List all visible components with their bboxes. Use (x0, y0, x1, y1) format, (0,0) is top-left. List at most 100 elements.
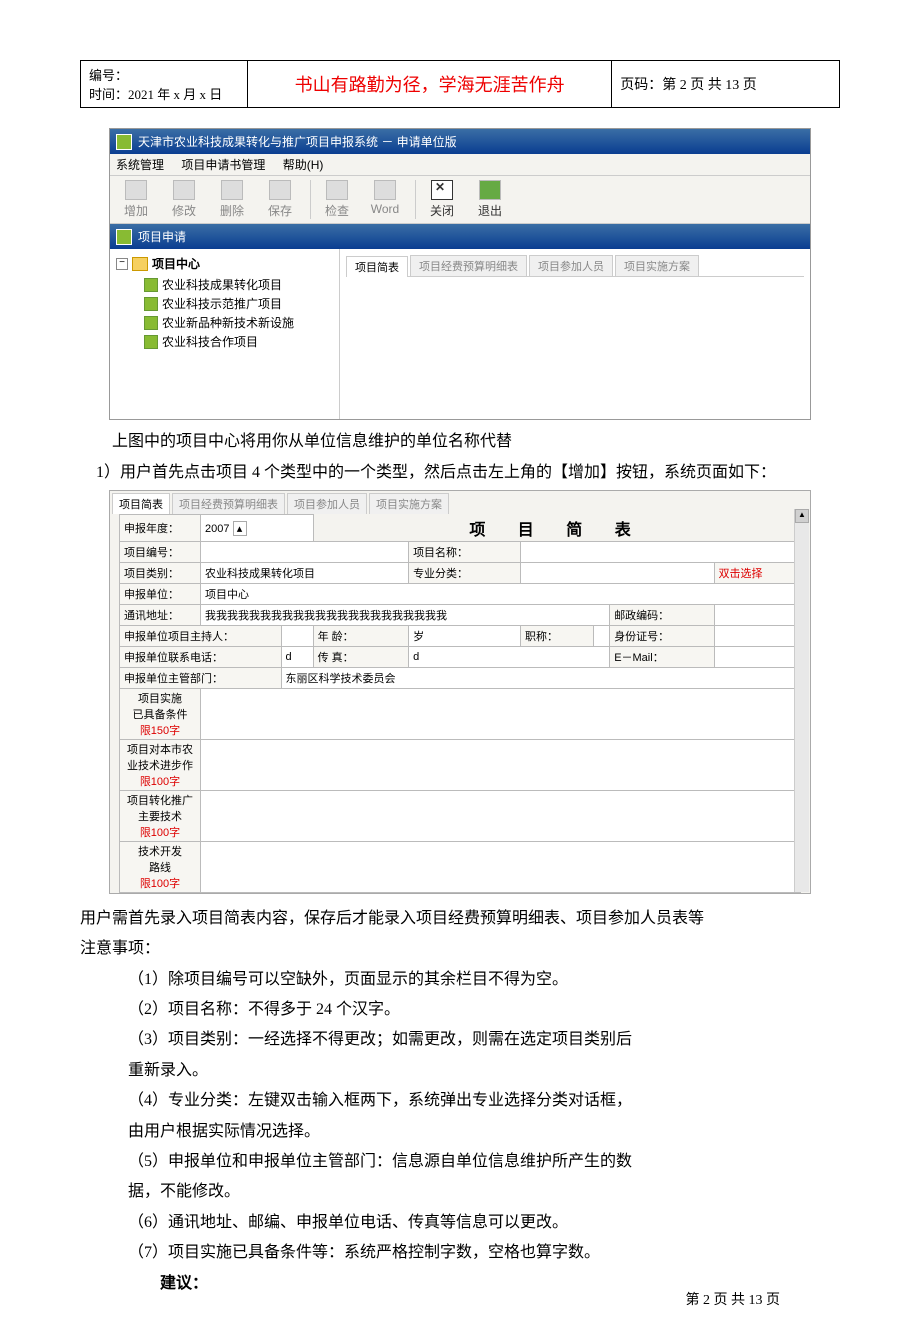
leader-field[interactable] (281, 625, 313, 646)
tree-root[interactable]: − 项目中心 (116, 255, 333, 272)
year-field[interactable]: 2007 ▴ (201, 515, 314, 542)
org-field[interactable]: 项目中心 (201, 583, 801, 604)
toolbar: 增加 修改 删除 保存 检查 Word 关闭 退出 (110, 176, 810, 224)
tree-collapse-icon[interactable]: − (116, 258, 128, 270)
idcard-field[interactable] (714, 625, 800, 646)
form-tab-bar: 项目简表 项目经费预算明细表 项目参加人员 项目实施方案 (110, 491, 810, 514)
proj-name-field[interactable] (520, 541, 800, 562)
proj-id-field[interactable] (201, 541, 409, 562)
toolbar-divider (415, 180, 416, 219)
note-item-4a: （4）专业分类：左键双击输入框两下，系统弹出专业选择分类对话框， (96, 1086, 840, 1116)
toolbar-close-button[interactable]: 关闭 (420, 180, 464, 219)
form-title: 项 目 简 表 (313, 515, 800, 542)
tree-item[interactable]: 农业科技合作项目 (144, 333, 333, 350)
toolbar-check-button[interactable]: 检查 (315, 180, 359, 219)
page-header: 编号： 时间：2021 年 x 月 x 日 书山有路勤为径，学海无涯苦作舟 页码… (80, 60, 840, 108)
page-footer: 第 2 页 共 13 页 (686, 1289, 781, 1309)
bigrow-label: 项目对本市农 业技术进步作 限100字 (120, 739, 201, 790)
note-item-5b: 据，不能修改。 (80, 1177, 840, 1207)
zip-field[interactable] (714, 604, 800, 625)
menu-system[interactable]: 系统管理 (116, 158, 164, 172)
note-item-3b: 重新录入。 (80, 1056, 840, 1086)
fax-field[interactable]: d (409, 646, 610, 667)
app-icon (116, 134, 132, 150)
proj-name-label: 项目名称： (409, 541, 521, 562)
form-table: 申报年度： 2007 ▴ 项 目 简 表 项目编号： 项目名称： 项目类别： 农… (119, 514, 801, 893)
toolbar-add-button[interactable]: 增加 (114, 180, 158, 219)
zip-label: 邮政编码： (610, 604, 714, 625)
screenshot-app-window: 天津市农业科技成果转化与推广项目申报系统 － 申请单位版 系统管理 项目申请书管… (109, 128, 811, 420)
age-field[interactable]: 岁 (409, 625, 521, 646)
major-field[interactable] (520, 562, 714, 583)
folder-icon (132, 257, 148, 271)
toolbar-divider (310, 180, 311, 219)
tab-plan[interactable]: 项目实施方案 (369, 493, 449, 514)
proj-type-field[interactable]: 农业科技成果转化项目 (201, 562, 409, 583)
note-item-5a: （5）申报单位和申报单位主管部门：信息源自单位信息维护所产生的数 (96, 1147, 840, 1177)
menu-application[interactable]: 项目申请书管理 (181, 158, 265, 172)
doc-id-label: 编号： (89, 65, 239, 84)
note-item-3a: （3）项目类别：一经选择不得更改；如需更改，则需在选定项目类别后 (96, 1025, 840, 1055)
bigrow-field[interactable] (201, 841, 801, 892)
leaf-icon (144, 316, 158, 330)
addr-field[interactable]: 我我我我我我我我我我我我我我我我我我我我我我 (201, 604, 610, 625)
window-titlebar: 天津市农业科技成果转化与推广项目申报系统 － 申请单位版 (110, 129, 810, 154)
toolbar-delete-button[interactable]: 删除 (210, 180, 254, 219)
bigrow-field[interactable] (201, 739, 801, 790)
addr-label: 通讯地址： (120, 604, 201, 625)
tab-summary[interactable]: 项目简表 (346, 256, 408, 277)
tree-root-label: 项目中心 (152, 255, 200, 272)
title-field[interactable] (594, 625, 610, 646)
tree-item[interactable]: 农业科技成果转化项目 (144, 276, 333, 293)
proj-type-label: 项目类别： (120, 562, 201, 583)
year-label: 申报年度： (120, 515, 201, 542)
note-item-2: （2）项目名称：不得多于 24 个汉字。 (96, 995, 840, 1025)
add-icon (125, 180, 147, 200)
idcard-label: 身份证号： (610, 625, 714, 646)
dblclick-hint: 双击选择 (714, 562, 800, 583)
delete-icon (221, 180, 243, 200)
toolbar-edit-button[interactable]: 修改 (162, 180, 206, 219)
tab-budget[interactable]: 项目经费预算明细表 (410, 255, 527, 276)
header-motto: 书山有路勤为径，学海无涯苦作舟 (247, 61, 611, 108)
note-item-6: （6）通讯地址、邮编、申报单位电话、传真等信息可以更改。 (96, 1208, 840, 1238)
tab-members[interactable]: 项目参加人员 (529, 255, 613, 276)
note-item-4b: 由用户根据实际情况选择。 (80, 1117, 840, 1147)
tree-pane: − 项目中心 农业科技成果转化项目 农业科技示范推广项目 农业新品种新技术新设施… (110, 249, 340, 419)
leader-label: 申报单位项目主持人： (120, 625, 282, 646)
bigrow-field[interactable] (201, 790, 801, 841)
toolbar-save-button[interactable]: 保存 (258, 180, 302, 219)
close-icon (431, 180, 453, 200)
bigrow-field[interactable] (201, 688, 801, 739)
tab-members[interactable]: 项目参加人员 (287, 493, 367, 514)
dept-field[interactable]: 东丽区科学技术委员会 (281, 667, 800, 688)
fax-label: 传 真： (313, 646, 409, 667)
spinner-icon[interactable]: ▴ (233, 521, 247, 536)
header-left-cell: 编号： 时间：2021 年 x 月 x 日 (81, 61, 248, 108)
doc-time-label: 时间：2021 年 x 月 x 日 (89, 84, 239, 103)
toolbar-exit-button[interactable]: 退出 (468, 180, 512, 219)
para-intro: 用户需首先录入项目简表内容，保存后才能录入项目经费预算明细表、项目参加人员表等 (80, 904, 840, 934)
scroll-up-icon[interactable]: ▲ (795, 509, 809, 523)
bigrow-label: 项目实施 已具备条件 限150字 (120, 688, 201, 739)
exit-icon (479, 180, 501, 200)
sub-window-titlebar: 项目申请 (110, 224, 810, 249)
menu-help[interactable]: 帮助(H) (283, 158, 324, 172)
vertical-scrollbar[interactable]: ▲ (794, 509, 809, 892)
tree-item[interactable]: 农业科技示范推广项目 (144, 295, 333, 312)
toolbar-word-button[interactable]: Word (363, 180, 407, 219)
menu-bar: 系统管理 项目申请书管理 帮助(H) (110, 154, 810, 176)
age-label: 年 龄： (313, 625, 409, 646)
email-field[interactable] (714, 646, 800, 667)
tab-plan[interactable]: 项目实施方案 (615, 255, 699, 276)
proj-id-label: 项目编号： (120, 541, 201, 562)
tree-item[interactable]: 农业新品种新技术新设施 (144, 314, 333, 331)
org-label: 申报单位： (120, 583, 201, 604)
save-icon (269, 180, 291, 200)
bigrow-label: 技术开发 路线 限100字 (120, 841, 201, 892)
tab-budget[interactable]: 项目经费预算明细表 (172, 493, 285, 514)
tab-summary[interactable]: 项目简表 (112, 493, 170, 514)
tel-field[interactable]: d (281, 646, 313, 667)
tel-label: 申报单位联系电话： (120, 646, 282, 667)
bigrow-label: 项目转化推广 主要技术 限100字 (120, 790, 201, 841)
